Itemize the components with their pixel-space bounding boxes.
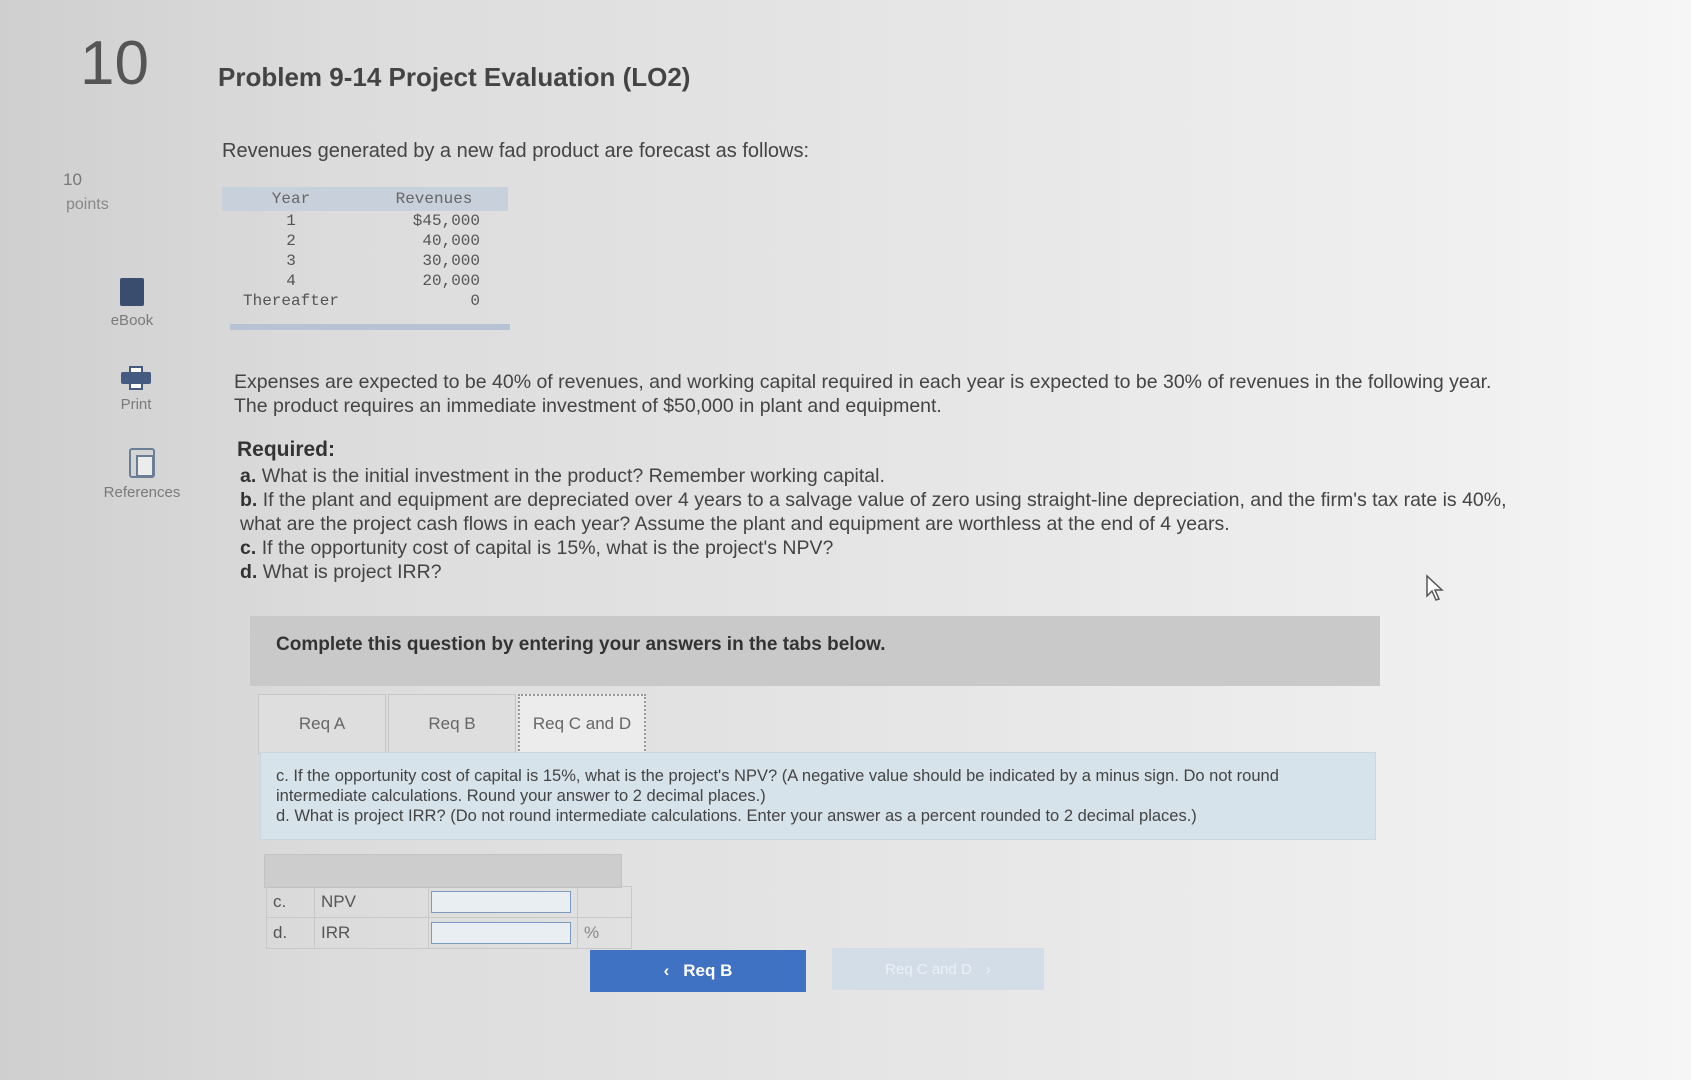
ebook-icon [120, 278, 144, 306]
revenue-cell: 30,000 [422, 252, 480, 270]
table-row: Thereafter 0 [222, 291, 508, 311]
year-cell: 4 [286, 272, 296, 290]
problem-title: Problem 9-14 Project Evaluation (LO2) [218, 62, 691, 92]
print-icon [121, 366, 151, 390]
points-label: points [66, 196, 109, 213]
prev-req-label: Req B [683, 961, 733, 980]
column-header-year: Year [222, 187, 360, 211]
sidebar-item-references[interactable]: References [82, 448, 202, 501]
year-cell: 2 [286, 232, 296, 250]
question-line-d: d. What is project IRR? (Do not round in… [276, 807, 1197, 825]
required-item-text: What is the initial investment in the pr… [261, 465, 885, 487]
required-item-text: If the plant and equipment are depreciat… [240, 489, 1507, 535]
requirement-tabs: Req A Req B Req C and D [258, 694, 648, 754]
instruction-text: Complete this question by entering your … [276, 634, 886, 655]
npv-input[interactable] [431, 891, 571, 913]
revenue-cell: 40,000 [422, 232, 480, 250]
table-divider [230, 324, 510, 330]
question-text: c. If the opportunity cost of capital is… [276, 766, 1366, 826]
required-item: c. If the opportunity cost of capital is… [240, 536, 1520, 560]
required-item-letter: a. [240, 465, 257, 487]
required-item-text: If the opportunity cost of capital is 15… [261, 537, 834, 559]
answer-table-header [264, 854, 622, 888]
points-value: 10 [63, 170, 82, 189]
revenue-cell: $45,000 [412, 212, 480, 230]
next-req-label: Req C and D [885, 960, 972, 978]
required-item-letter: c. [240, 537, 257, 559]
tab-req-a[interactable]: Req A [258, 694, 386, 754]
table-header-row: Year Revenues [222, 187, 508, 211]
chevron-left-icon: ‹ [663, 961, 670, 980]
revenue-table: Year Revenues 1 $45,000 2 40,000 3 30,00… [222, 187, 508, 311]
tab-req-c-and-d[interactable]: Req C and D [518, 694, 646, 754]
required-item: b. If the plant and equipment are deprec… [240, 488, 1520, 536]
sidebar-item-label: eBook [110, 312, 154, 329]
year-cell: 3 [286, 252, 296, 270]
problem-description: Expenses are expected to be 40% of reven… [234, 371, 1492, 417]
sidebar-item-label: References [103, 484, 181, 501]
table-row: 4 20,000 [222, 271, 508, 291]
question-number: 10 [80, 29, 149, 98]
sidebar-item-ebook[interactable]: eBook [72, 278, 192, 329]
prev-req-button[interactable]: ‹ Req B [590, 950, 806, 992]
column-header-revenues: Revenues [360, 187, 508, 211]
answer-unit: % [577, 917, 632, 949]
sidebar-item-print[interactable]: Print [76, 366, 196, 413]
year-cell: Thereafter [242, 292, 339, 310]
tab-req-b[interactable]: Req B [388, 694, 516, 754]
answer-label: IRR [314, 917, 429, 949]
required-item: a. What is the initial investment in the… [240, 464, 1520, 488]
table-row: 1 $45,000 [222, 211, 508, 231]
answer-label: NPV [314, 886, 429, 918]
mouse-cursor-icon [1426, 574, 1444, 601]
required-item-text: What is project IRR? [262, 561, 442, 583]
question-line-c: c. If the opportunity cost of capital is… [276, 767, 1279, 805]
revenue-cell: 0 [470, 292, 480, 310]
year-cell: 1 [286, 212, 296, 230]
next-req-button[interactable]: Req C and D › [832, 948, 1044, 990]
sidebar-item-label: Print [120, 396, 152, 413]
irr-input[interactable] [431, 922, 571, 944]
references-icon [129, 448, 155, 478]
revenue-cell: 20,000 [422, 272, 480, 290]
table-row: c. NPV [266, 886, 632, 918]
answer-letter: c. [266, 886, 315, 918]
required-item-letter: b. [240, 489, 258, 511]
required-item: d. What is project IRR? [240, 560, 1520, 584]
required-list: a. What is the initial investment in the… [240, 464, 1520, 584]
answer-table: c. NPV d. IRR % [266, 886, 632, 949]
answer-unit [577, 886, 632, 918]
answer-letter: d. [266, 917, 315, 949]
table-row: d. IRR % [266, 917, 632, 949]
table-row: 2 40,000 [222, 231, 508, 251]
intro-text: Revenues generated by a new fad product … [222, 140, 810, 162]
required-heading: Required: [237, 438, 336, 461]
chevron-right-icon: › [985, 960, 991, 978]
table-row: 3 30,000 [222, 251, 508, 271]
required-item-letter: d. [240, 561, 258, 583]
